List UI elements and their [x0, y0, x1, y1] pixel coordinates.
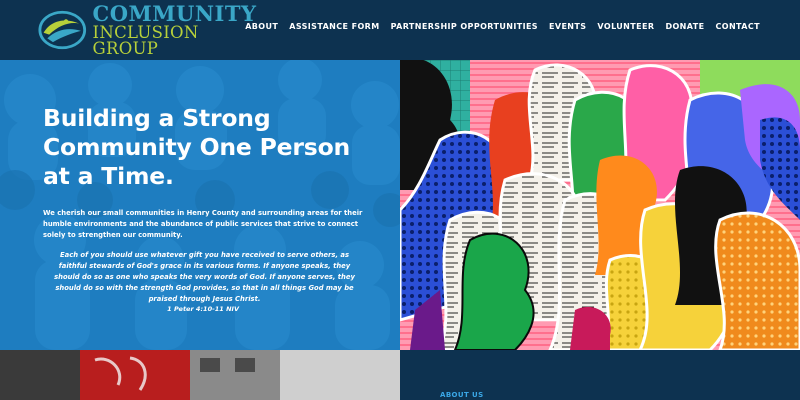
hero-title: Building a Strong Community One Person a… — [43, 104, 351, 190]
hero-scripture-quote: Each of you should use whatever gift you… — [54, 251, 355, 303]
building-image — [0, 350, 400, 400]
nav-about[interactable]: ABOUT — [245, 22, 278, 31]
hero-scripture-citation: 1 Peter 4:10-11 NIV — [167, 305, 239, 313]
nav-donate[interactable]: DONATE — [665, 22, 704, 31]
hero-description: We cherish our small communities in Henr… — [43, 209, 363, 239]
nav-contact[interactable]: CONTACT — [715, 22, 760, 31]
diverse-silhouettes-illustration — [400, 60, 800, 350]
logo-mark-icon — [38, 10, 87, 50]
logo-subtitle: INCLUSION GROUP — [92, 22, 199, 58]
hero-artwork-image — [400, 60, 800, 350]
nav-partnership-opportunities[interactable]: PARTNERSHIP OPPORTUNITIES — [391, 22, 538, 31]
nav-assistance-form[interactable]: ASSISTANCE FORM — [289, 22, 379, 31]
hero-section: Building a Strong Community One Person a… — [0, 60, 400, 350]
logo-title: COMMUNITY — [92, 0, 257, 26]
about-section: ABOUT US — [400, 350, 800, 400]
site-logo[interactable]: COMMUNITY INCLUSION GROUP — [38, 3, 258, 57]
about-us-heading: ABOUT US — [440, 391, 484, 399]
main-nav: ABOUT ASSISTANCE FORM PARTNERSHIP OPPORT… — [245, 22, 760, 31]
nav-events[interactable]: EVENTS — [549, 22, 586, 31]
building-photo — [0, 350, 400, 400]
nav-volunteer[interactable]: VOLUNTEER — [597, 22, 654, 31]
site-header: COMMUNITY INCLUSION GROUP ABOUT ASSISTAN… — [0, 0, 800, 60]
